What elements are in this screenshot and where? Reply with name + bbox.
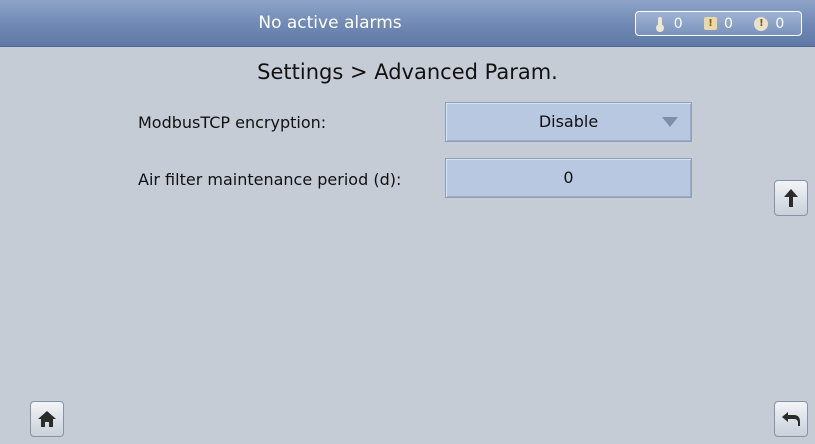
thermometer-icon [653, 16, 667, 32]
modbus-encryption-value: Disable [538, 112, 599, 131]
thermometer-count: 0 [673, 15, 683, 32]
page-title: Settings > Advanced Param. [257, 60, 558, 84]
back-button[interactable] [774, 401, 808, 437]
modbus-encryption-label: ModbusTCP encryption: [138, 113, 327, 132]
major-alarm-icon: ! [754, 16, 769, 31]
back-icon [782, 412, 800, 426]
thermometer-counter: 0 [653, 16, 683, 32]
major-alarm-counter: ! 0 [754, 16, 784, 32]
air-filter-period-label: Air filter maintenance period (d): [138, 170, 402, 189]
home-icon [38, 411, 56, 427]
alarm-status-text[interactable]: No active alarms [0, 0, 660, 46]
top-status-bar: No active alarms 0 ! 0 ! 0 [0, 0, 815, 47]
home-button[interactable] [30, 401, 64, 437]
minor-alarm-count: 0 [724, 15, 733, 32]
air-filter-period-value: 0 [563, 168, 574, 187]
alarm-counter-panel[interactable]: 0 ! 0 ! 0 [635, 11, 802, 36]
minor-alarm-counter: ! 0 [704, 16, 733, 32]
arrow-up-icon [784, 189, 798, 207]
minor-alarm-icon: ! [704, 17, 718, 30]
air-filter-period-input[interactable]: 0 [445, 158, 692, 198]
major-alarm-count: 0 [775, 15, 785, 32]
dropdown-arrow-icon [662, 117, 678, 127]
modbus-encryption-dropdown[interactable]: Disable [445, 102, 692, 142]
scroll-up-button[interactable] [774, 180, 808, 216]
